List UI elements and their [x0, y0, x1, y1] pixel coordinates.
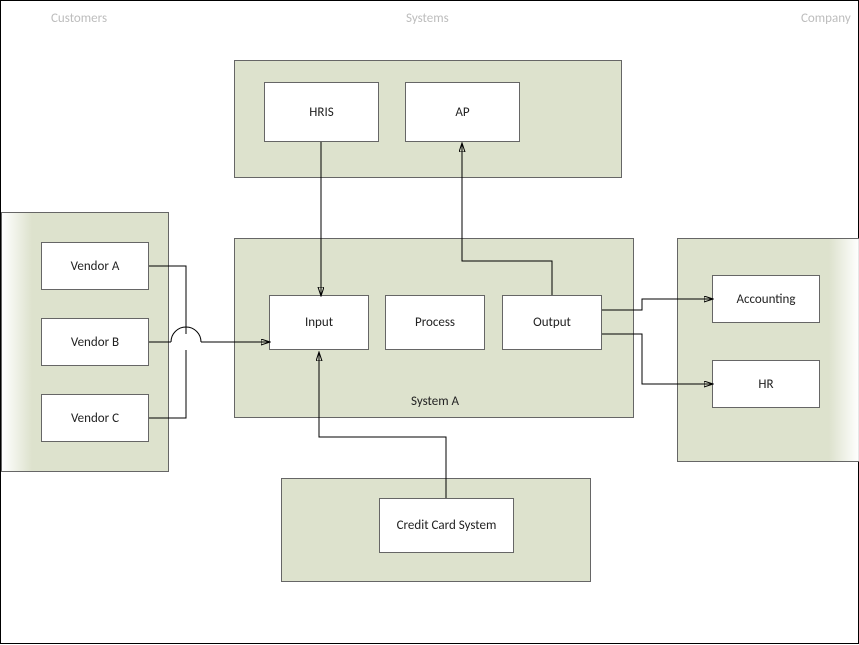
group-company — [677, 238, 859, 462]
header-customers: Customers — [51, 11, 107, 26]
label-system-a: System A — [411, 394, 459, 409]
node-ap: AP — [405, 82, 520, 142]
node-hris: HRIS — [264, 82, 379, 142]
node-vendor-a: Vendor A — [41, 242, 149, 290]
node-vendor-c: Vendor C — [41, 394, 149, 442]
node-input: Input — [269, 295, 369, 350]
node-hr: HR — [712, 360, 820, 408]
header-company: Company — [801, 11, 851, 26]
header-systems: Systems — [406, 11, 449, 26]
node-process: Process — [385, 295, 485, 350]
node-output: Output — [502, 295, 602, 350]
node-credit-card: Credit Card System — [379, 498, 514, 553]
node-accounting: Accounting — [712, 275, 820, 323]
node-vendor-b: Vendor B — [41, 318, 149, 366]
